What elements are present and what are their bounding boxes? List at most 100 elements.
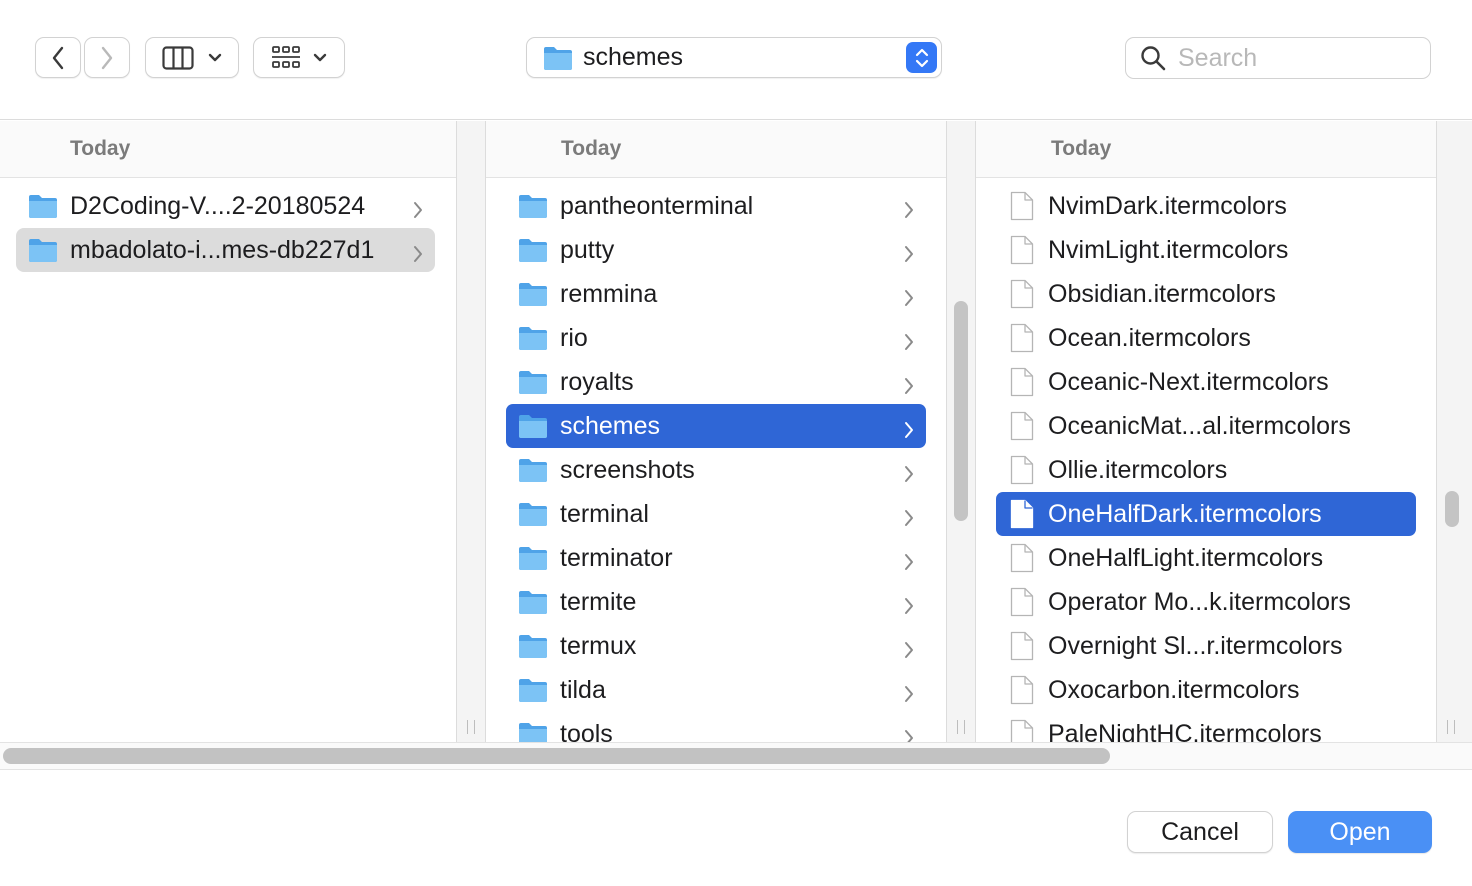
folder-icon (518, 281, 548, 307)
chevron-right-icon (413, 197, 423, 226)
chevron-right-icon (904, 241, 914, 270)
folder-icon (518, 545, 548, 571)
file-row[interactable]: NvimDark.itermcolors (996, 184, 1416, 228)
item-label: OneHalfLight.itermcolors (1048, 543, 1324, 572)
chevron-right-icon (904, 681, 914, 710)
browser-column-3: Today NvimDark.itermcolors NvimLight.iter… (975, 121, 1437, 742)
folder-row[interactable]: royalts (506, 360, 926, 404)
column-view-icon (162, 45, 194, 70)
file-row[interactable]: Overnight Sl...r.itermcolors (996, 624, 1416, 668)
item-label: Oxocarbon.itermcolors (1048, 675, 1300, 704)
item-label: remmina (560, 279, 658, 308)
item-label: Ollie.itermcolors (1048, 455, 1228, 484)
folder-row[interactable]: D2Coding-V....2-20180524 (16, 184, 435, 228)
file-row[interactable]: Obsidian.itermcolors (996, 272, 1416, 316)
horizontal-scrollbar-thumb[interactable] (3, 748, 1110, 764)
file-row[interactable]: OneHalfDark.itermcolors (996, 492, 1416, 536)
item-label: royalts (560, 367, 634, 396)
up-down-arrows-icon (915, 48, 928, 67)
folder-icon (518, 589, 548, 615)
item-label: termux (560, 631, 637, 660)
file-row[interactable]: OneHalfLight.itermcolors (996, 536, 1416, 580)
search-icon (1141, 46, 1166, 71)
item-label: Oceanic-Next.itermcolors (1048, 367, 1329, 396)
item-label: putty (560, 235, 615, 264)
folder-row[interactable]: termux (506, 624, 926, 668)
browser-column-2: Today pantheonterminal putty remmina rio roy… (485, 121, 947, 742)
view-mode-button[interactable] (145, 37, 239, 78)
item-label: D2Coding-V....2-20180524 (70, 191, 366, 220)
forward-button[interactable] (84, 37, 130, 78)
folder-row[interactable]: rio (506, 316, 926, 360)
document-icon (1010, 411, 1034, 441)
folder-row[interactable]: remmina (506, 272, 926, 316)
folder-row[interactable]: terminator (506, 536, 926, 580)
file-row[interactable]: NvimLight.itermcolors (996, 228, 1416, 272)
file-row[interactable]: Ocean.itermcolors (996, 316, 1416, 360)
item-label: schemes (560, 411, 661, 440)
column-gutter (947, 121, 975, 742)
search-field[interactable] (1125, 37, 1431, 79)
file-row[interactable]: Ollie.itermcolors (996, 448, 1416, 492)
file-row[interactable]: Operator Mo...k.itermcolors (996, 580, 1416, 624)
folder-icon (518, 237, 548, 263)
column-header: Today (486, 121, 946, 178)
document-icon (1010, 279, 1034, 309)
item-list: D2Coding-V....2-20180524 mbadolato-i...me… (0, 178, 456, 272)
folder-row[interactable]: screenshots (506, 448, 926, 492)
folder-icon (518, 413, 548, 439)
item-label: rio (560, 323, 588, 352)
item-label: OceanicMat...al.itermcolors (1048, 411, 1351, 440)
folder-row[interactable]: pantheonterminal (506, 184, 926, 228)
cancel-button[interactable]: Cancel (1127, 811, 1273, 853)
column-gutter (1437, 121, 1472, 742)
chevron-right-icon (904, 637, 914, 666)
chevron-right-icon (904, 329, 914, 358)
chevron-right-icon (101, 46, 113, 69)
item-label: NvimDark.itermcolors (1048, 191, 1287, 220)
file-row[interactable]: Oxocarbon.itermcolors (996, 668, 1416, 712)
column-resize-handle[interactable] (467, 720, 475, 734)
file-row[interactable]: PaleNightHC.itermcolors (996, 712, 1416, 742)
folder-icon (28, 237, 58, 263)
column-header: Today (976, 121, 1436, 178)
search-input[interactable] (1178, 43, 1418, 73)
chevron-right-icon (904, 725, 914, 742)
file-row[interactable]: Oceanic-Next.itermcolors (996, 360, 1416, 404)
folder-row[interactable]: tilda (506, 668, 926, 712)
column-header: Today (0, 121, 456, 178)
item-label: mbadolato-i...mes-db227d1 (70, 235, 375, 264)
document-icon (1010, 235, 1034, 265)
folder-row[interactable]: termite (506, 580, 926, 624)
horizontal-scrollbar[interactable] (0, 742, 1472, 770)
folder-row[interactable]: tools (506, 712, 926, 742)
document-icon (1010, 367, 1034, 397)
path-label: schemes (583, 43, 684, 71)
folder-icon (518, 193, 548, 219)
open-button[interactable]: Open (1288, 811, 1432, 853)
popup-stepper[interactable] (906, 42, 937, 73)
document-icon (1010, 675, 1034, 705)
group-button[interactable] (253, 37, 345, 78)
chevron-right-icon (904, 549, 914, 578)
folder-row[interactable]: terminal (506, 492, 926, 536)
back-button[interactable] (35, 37, 81, 78)
file-row[interactable]: OceanicMat...al.itermcolors (996, 404, 1416, 448)
folder-icon (518, 721, 548, 742)
column-resize-handle[interactable] (1447, 720, 1455, 734)
item-label: tools (560, 719, 613, 743)
vertical-scrollbar-thumb[interactable] (1445, 491, 1459, 527)
document-icon (1010, 719, 1034, 742)
column-resize-handle[interactable] (957, 720, 965, 734)
folder-row[interactable]: putty (506, 228, 926, 272)
item-label: PaleNightHC.itermcolors (1048, 719, 1322, 743)
item-label: NvimLight.itermcolors (1048, 235, 1289, 264)
path-popup[interactable]: schemes (526, 37, 942, 78)
item-label: tilda (560, 675, 606, 704)
folder-row[interactable]: schemes (506, 404, 926, 448)
document-icon (1010, 323, 1034, 353)
vertical-scrollbar-thumb[interactable] (954, 301, 968, 521)
folder-row[interactable]: mbadolato-i...mes-db227d1 (16, 228, 435, 272)
folder-icon (544, 46, 572, 70)
document-icon (1010, 191, 1034, 221)
